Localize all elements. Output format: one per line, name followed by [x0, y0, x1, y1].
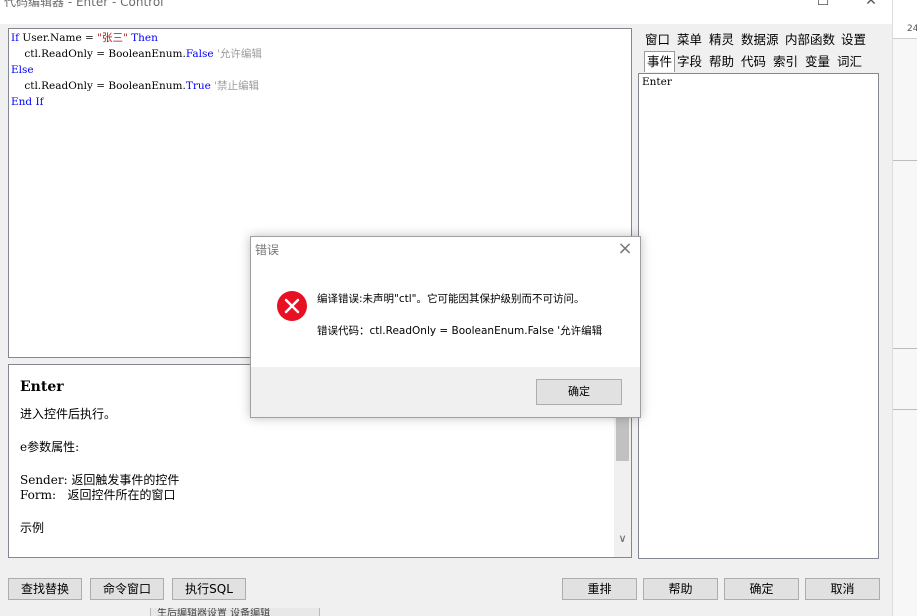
tab-row1-2[interactable]: 精灵 [709, 30, 734, 50]
list-item[interactable]: Enter [642, 76, 672, 88]
close-icon[interactable]: ✕ [856, 0, 886, 10]
dialog-footer: 确定 [251, 367, 640, 417]
help-example-heading: 示例 [20, 521, 45, 535]
code-line: ctl.ReadOnly = BooleanEnum.False '允许编辑 [11, 46, 629, 62]
tab-row2-2[interactable]: 帮助 [709, 52, 734, 72]
tab-row2-3[interactable]: 代码 [741, 52, 766, 72]
tab-row1-5[interactable]: 设置 [841, 30, 866, 50]
code-token: True [185, 80, 211, 92]
help-button[interactable]: 帮助 [643, 578, 718, 600]
tab-row2-1[interactable]: 字段 [677, 52, 702, 72]
tab-row2-6[interactable]: 词汇 [837, 52, 862, 72]
scrollbar-thumb[interactable] [616, 417, 629, 461]
code-token: Else [11, 64, 34, 76]
code-line: ctl.ReadOnly = BooleanEnum.True '禁止编辑 [11, 78, 629, 94]
divider [893, 348, 917, 349]
tab-row1-4[interactable]: 内部函数 [785, 30, 835, 50]
window-title: 代码编辑器 - Enter - Control [4, 0, 164, 9]
error-code: 错误代码：ctl.ReadOnly = BooleanEnum.False '允… [317, 325, 603, 337]
help-params-heading: e参数属性: [20, 440, 80, 454]
error-message: 编译错误:未声明"ctl"。它可能因其保护级别而不可访问。 [317, 293, 585, 305]
rearrange-button[interactable]: 重排 [562, 578, 637, 600]
code-line: Else [11, 62, 629, 78]
tab-row2-0[interactable]: 事件 [644, 51, 676, 72]
error-icon [277, 291, 307, 321]
close-icon[interactable]: × [616, 238, 634, 259]
tab-row2-5[interactable]: 变量 [805, 52, 830, 72]
code-token: Then [131, 32, 158, 44]
code-token: If [11, 32, 20, 44]
code-token: ctl.ReadOnly = BooleanEnum. [11, 48, 186, 60]
exec-sql-button[interactable]: 执行SQL [172, 578, 246, 600]
title-bar: 代码编辑器 - Enter - Control ☐ ✕ [0, 0, 892, 24]
tab-row-1: 窗口 菜单 精灵 数据源 内部函数 设置 [640, 30, 880, 50]
tab-row1-1[interactable]: 菜单 [677, 30, 702, 50]
code-token: User.Name = [19, 32, 98, 44]
chevron-down-icon[interactable]: ∨ [614, 531, 631, 547]
help-param-form: Form: 返回控件所在的窗口 [20, 488, 176, 502]
taskbar-text: 生后编辑器设置 设备编辑 [157, 608, 271, 616]
code-line: If User.Name = "张三" Then [11, 30, 629, 46]
event-list[interactable]: Enter [638, 73, 879, 559]
tab-row2-4[interactable]: 索引 [773, 52, 798, 72]
dialog-ok-button[interactable]: 确定 [536, 379, 622, 405]
help-param-sender: Sender: 返回触发事件的控件 [20, 473, 180, 487]
code-token: '禁止编辑 [210, 80, 260, 92]
code-token: ctl.ReadOnly = BooleanEnum. [11, 80, 186, 92]
error-dialog: 错误 × 编译错误:未声明"ctl"。它可能因其保护级别而不可访问。 错误代码：… [250, 236, 641, 418]
code-token: "张三" [97, 32, 128, 44]
code-token: '允许编辑 [213, 48, 262, 60]
divider [893, 160, 917, 161]
maximize-icon[interactable]: ☐ [808, 0, 838, 10]
find-replace-button[interactable]: 查找替换 [8, 578, 82, 600]
ok-button[interactable]: 确定 [724, 578, 799, 600]
code-token: False [185, 48, 214, 60]
code-token: End If [11, 96, 44, 108]
cancel-button[interactable]: 取消 [805, 578, 880, 600]
ruler: 24 [893, 0, 917, 39]
tab-row1-3[interactable]: 数据源 [741, 30, 779, 50]
code-line: End If [11, 94, 629, 110]
command-window-button[interactable]: 命令窗口 [90, 578, 164, 600]
ruler-label: 24 [907, 24, 917, 34]
background-app-strip: 24 [892, 0, 917, 616]
divider [893, 409, 917, 410]
tab-row-2: 事件 字段 帮助 代码 索引 变量 词汇 [640, 51, 880, 72]
dialog-title: 错误 [255, 243, 280, 257]
tab-row1-0[interactable]: 窗口 [645, 30, 670, 50]
background-taskbar-item: 生后编辑器设置 设备编辑 [150, 608, 320, 616]
